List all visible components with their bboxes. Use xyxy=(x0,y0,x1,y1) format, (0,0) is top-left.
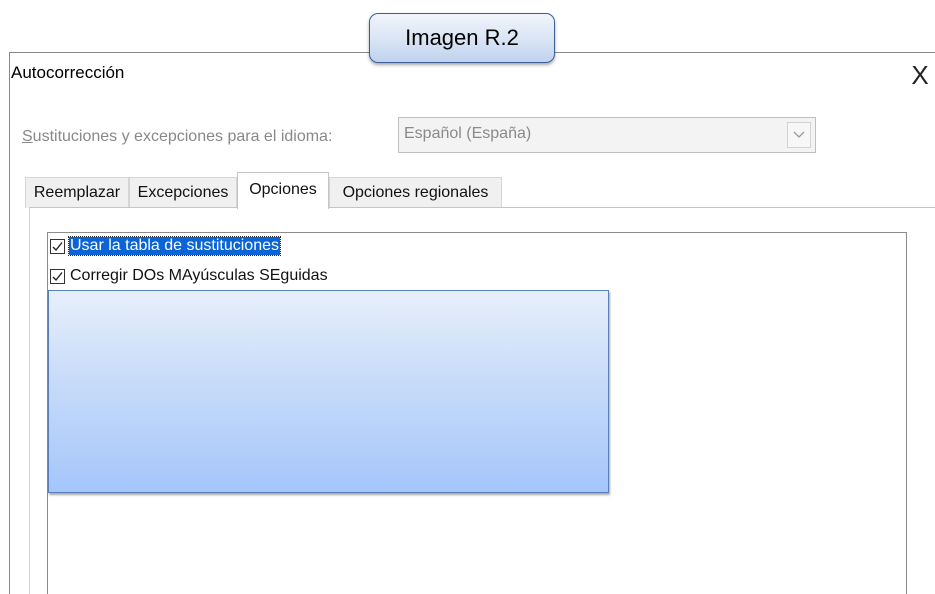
list-item[interactable]: Corregir DOs MAyúsculas SEguidas xyxy=(50,266,329,286)
language-label-mnemonic: S xyxy=(22,128,33,145)
tab-excepciones[interactable]: Excepciones xyxy=(129,177,237,208)
option-label: Usar la tabla de sustituciones xyxy=(68,236,281,256)
list-item[interactable]: Usar la tabla de sustituciones xyxy=(50,236,281,256)
checkbox-checked-icon[interactable] xyxy=(50,268,65,284)
callout-text: Imagen R.2 xyxy=(405,25,519,50)
close-icon[interactable]: X xyxy=(906,58,934,92)
redaction-overlay xyxy=(48,290,609,493)
dialog-title: Autocorrección xyxy=(11,63,125,82)
language-label: Sustituciones y excepciones para el idio… xyxy=(22,128,332,146)
tab-opciones-regionales[interactable]: Opciones regionales xyxy=(329,177,502,208)
language-select-value: Español (España) xyxy=(404,125,532,142)
tab-reemplazar[interactable]: Reemplazar xyxy=(25,177,129,208)
checkbox-checked-icon[interactable] xyxy=(50,238,65,254)
callout-label: Imagen R.2 xyxy=(369,13,555,63)
tab-opciones[interactable]: Opciones xyxy=(237,172,329,209)
language-label-text: ustituciones y excepciones para el idiom… xyxy=(32,128,333,145)
option-label: Corregir DOs MAyúsculas SEguidas xyxy=(70,267,328,284)
language-select[interactable]: Español (España) xyxy=(398,117,816,153)
chevron-down-icon[interactable] xyxy=(787,122,811,148)
